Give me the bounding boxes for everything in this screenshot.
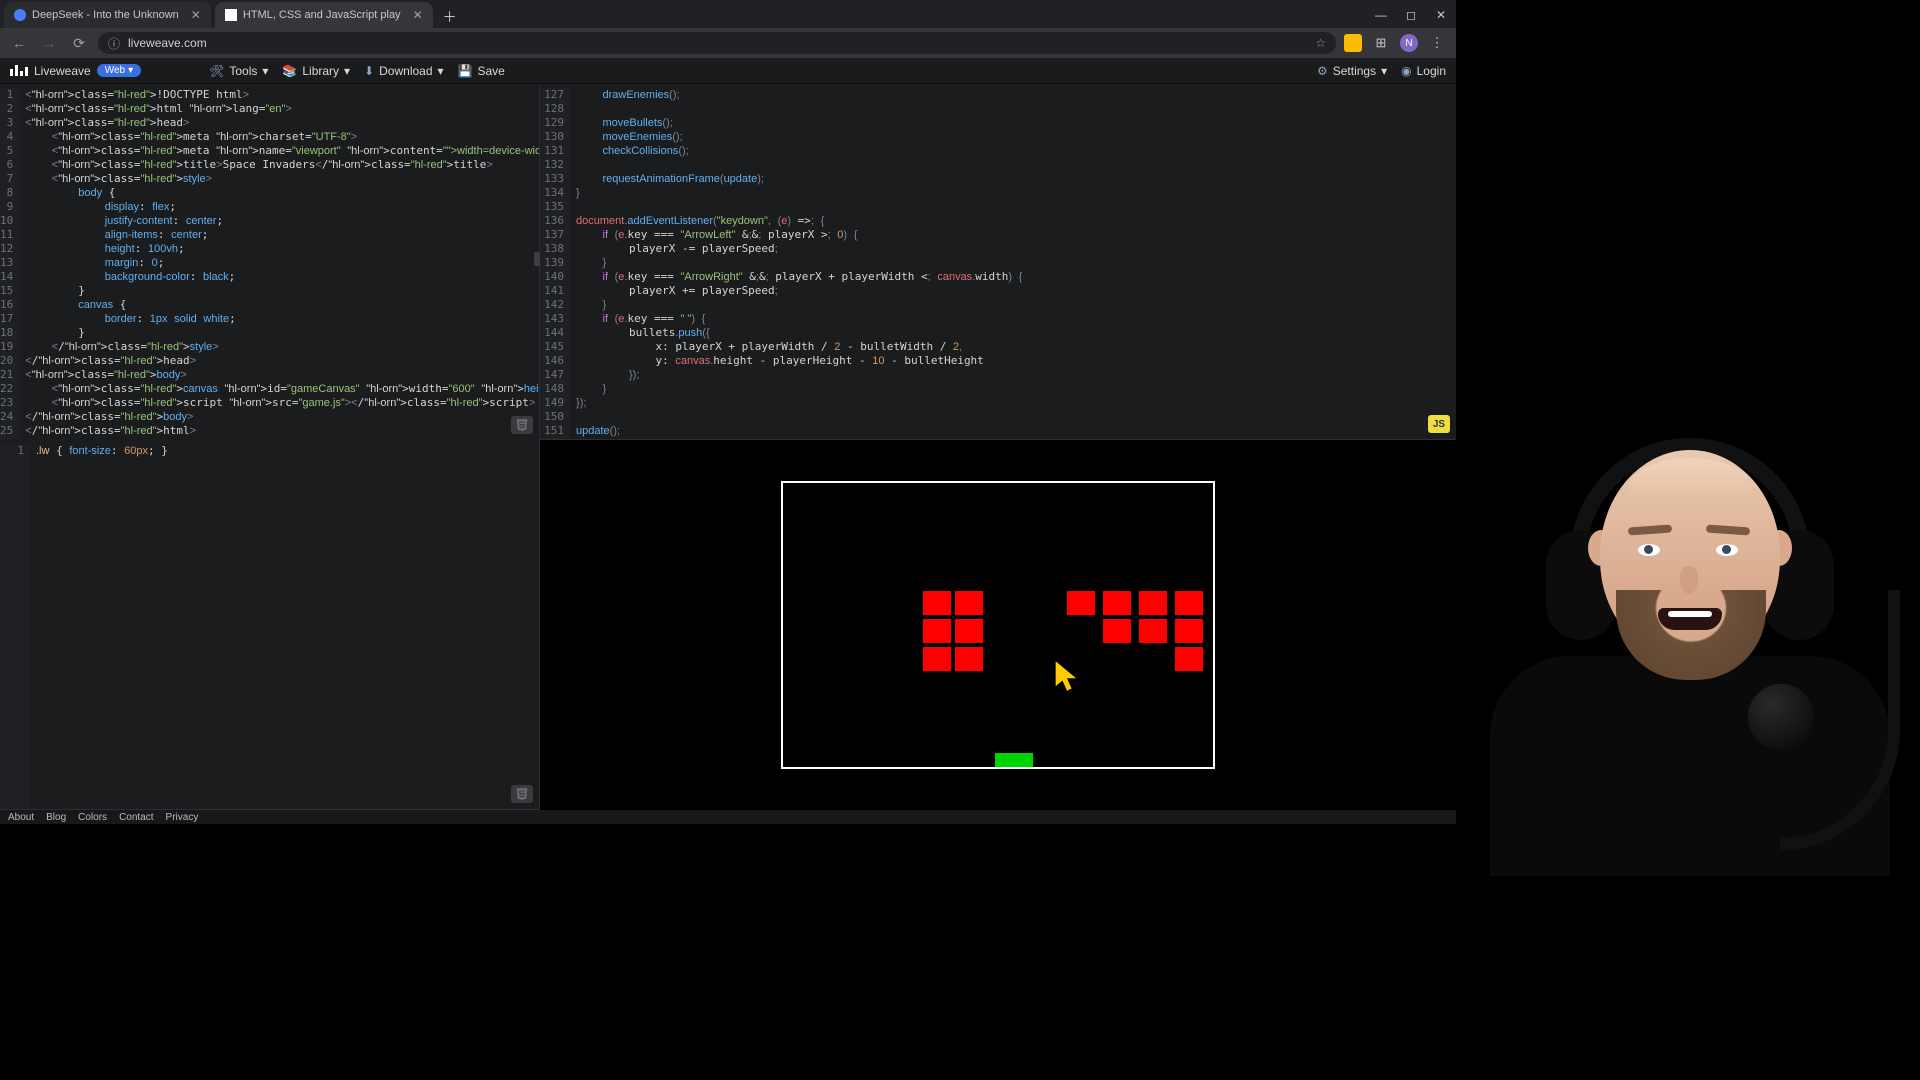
enemy-block bbox=[1067, 591, 1095, 615]
html5-badge bbox=[511, 416, 533, 434]
save-button[interactable]: 💾Save bbox=[458, 64, 505, 78]
footer-link[interactable]: Contact bbox=[119, 812, 153, 823]
line-gutter: 1 2 3 4 5 6 7 8 9 10 11 12 13 14 15 16 1… bbox=[0, 88, 19, 440]
chevron-down-icon: ▾ bbox=[438, 64, 444, 78]
enemy-block bbox=[1175, 647, 1203, 671]
enemy-block bbox=[1139, 591, 1167, 615]
line-gutter: 127 128 129 130 131 132 133 134 135 136 … bbox=[540, 88, 570, 439]
back-button[interactable]: ← bbox=[8, 32, 30, 54]
close-icon[interactable]: ✕ bbox=[191, 8, 201, 22]
pane-resize-handle[interactable] bbox=[534, 252, 540, 266]
extension-icon[interactable] bbox=[1344, 34, 1362, 52]
logo-icon bbox=[10, 65, 28, 76]
chevron-down-icon: ▾ bbox=[262, 64, 268, 78]
profile-avatar[interactable]: N bbox=[1400, 34, 1418, 52]
brand-label: Liveweave bbox=[34, 64, 91, 78]
game-canvas[interactable] bbox=[781, 481, 1215, 769]
mode-pill[interactable]: Web ▾ bbox=[97, 64, 141, 77]
tab-title: HTML, CSS and JavaScript play bbox=[243, 9, 401, 21]
chevron-down-icon: ▾ bbox=[128, 65, 133, 76]
forward-button[interactable]: → bbox=[38, 32, 60, 54]
settings-menu[interactable]: ⚙Settings ▾ bbox=[1317, 64, 1387, 78]
tab-title: DeepSeek - Into the Unknown bbox=[32, 9, 179, 21]
url-text: liveweave.com bbox=[128, 36, 207, 50]
enemy-block bbox=[923, 647, 951, 671]
user-icon: ◉ bbox=[1401, 64, 1411, 78]
footer-link[interactable]: Colors bbox=[78, 812, 107, 823]
enemy-block bbox=[1103, 619, 1131, 643]
new-tab-button[interactable]: ＋ bbox=[439, 6, 461, 28]
webcam-overlay bbox=[1480, 420, 1880, 860]
mouse-cursor-icon bbox=[1053, 659, 1081, 693]
close-window-button[interactable]: ✕ bbox=[1426, 2, 1456, 28]
footer-link[interactable]: Privacy bbox=[166, 812, 199, 823]
tab-favicon bbox=[225, 9, 237, 21]
app-toolbar: Liveweave Web ▾ 🛠Tools ▾ 📚Library ▾ ⬇Dow… bbox=[0, 58, 1456, 84]
save-icon: 💾 bbox=[458, 64, 473, 78]
css-badge bbox=[511, 785, 533, 803]
enemy-block bbox=[1103, 591, 1131, 615]
player-ship bbox=[995, 753, 1033, 767]
html-editor-pane[interactable]: 1 2 3 4 5 6 7 8 9 10 11 12 13 14 15 16 1… bbox=[0, 84, 540, 440]
url-input[interactable]: ⓘ liveweave.com ☆ bbox=[98, 32, 1336, 54]
enemy-block bbox=[955, 591, 983, 615]
js-badge: JS bbox=[1428, 415, 1450, 433]
maximize-button[interactable]: ◻ bbox=[1396, 2, 1426, 28]
login-button[interactable]: ◉Login bbox=[1401, 64, 1446, 78]
site-info-icon[interactable]: ⓘ bbox=[108, 35, 120, 52]
address-bar: ← → ⟳ ⓘ liveweave.com ☆ ⊞ N ⋮ bbox=[0, 28, 1456, 58]
tab-favicon bbox=[14, 9, 26, 21]
gear-icon: ⚙ bbox=[1317, 64, 1328, 78]
chevron-down-icon: ▾ bbox=[344, 64, 350, 78]
html-code[interactable]: <"hl-orn">class="hl-red">!DOCTYPE html> … bbox=[19, 88, 540, 440]
enemy-block bbox=[955, 619, 983, 643]
js-code[interactable]: drawEnemies(); moveBullets(); moveEnemie… bbox=[570, 88, 1022, 439]
titlebar: DeepSeek - Into the Unknown ✕ HTML, CSS … bbox=[0, 0, 1456, 28]
footer-link[interactable]: Blog bbox=[46, 812, 66, 823]
enemy-block bbox=[1175, 591, 1203, 615]
tab-liveweave[interactable]: HTML, CSS and JavaScript play ✕ bbox=[215, 2, 433, 28]
browser-window: DeepSeek - Into the Unknown ✕ HTML, CSS … bbox=[0, 0, 1456, 824]
css-editor-pane[interactable]: 1 .lw { font-size: 60px; } bbox=[0, 440, 540, 810]
download-menu[interactable]: ⬇Download ▾ bbox=[364, 64, 443, 78]
bookmark-icon[interactable]: ☆ bbox=[1315, 36, 1326, 50]
enemy-block bbox=[1139, 619, 1167, 643]
workspace: 1 2 3 4 5 6 7 8 9 10 11 12 13 14 15 16 1… bbox=[0, 84, 1456, 810]
brand-logo[interactable]: Liveweave Web ▾ bbox=[10, 64, 141, 78]
minimize-button[interactable]: — bbox=[1366, 2, 1396, 28]
js-editor-pane[interactable]: 127 128 129 130 131 132 133 134 135 136 … bbox=[540, 84, 1456, 440]
enemy-block bbox=[923, 619, 951, 643]
tab-deepseek[interactable]: DeepSeek - Into the Unknown ✕ bbox=[4, 2, 211, 28]
css-code[interactable]: .lw { font-size: 60px; } bbox=[30, 444, 168, 809]
enemy-block bbox=[1175, 619, 1203, 643]
footer-link[interactable]: About bbox=[8, 812, 34, 823]
reload-button[interactable]: ⟳ bbox=[68, 32, 90, 54]
preview-pane[interactable] bbox=[540, 440, 1456, 810]
footer-links: About Blog Colors Contact Privacy bbox=[0, 810, 1456, 824]
close-icon[interactable]: ✕ bbox=[413, 8, 423, 22]
enemy-block bbox=[955, 647, 983, 671]
line-gutter: 1 bbox=[0, 444, 30, 809]
enemy-block bbox=[923, 591, 951, 615]
download-icon: ⬇ bbox=[364, 64, 374, 78]
tools-menu[interactable]: 🛠Tools ▾ bbox=[209, 64, 268, 78]
letterbox-bottom bbox=[0, 824, 1456, 1080]
extensions-button[interactable]: ⊞ bbox=[1370, 32, 1392, 54]
library-icon: 📚 bbox=[282, 64, 297, 78]
wrench-icon: 🛠 bbox=[209, 64, 224, 78]
library-menu[interactable]: 📚Library ▾ bbox=[282, 64, 350, 78]
menu-button[interactable]: ⋮ bbox=[1426, 32, 1448, 54]
chevron-down-icon: ▾ bbox=[1381, 64, 1387, 78]
